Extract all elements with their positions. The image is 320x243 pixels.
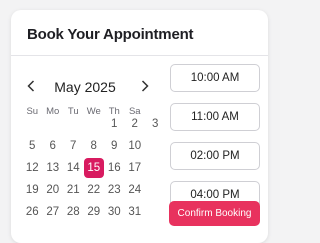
calendar-day[interactable]: 3 <box>145 114 166 134</box>
calendar-day[interactable]: 20 <box>43 180 64 200</box>
calendar-empty-cell <box>145 158 166 178</box>
calendar-empty-cell <box>84 114 105 134</box>
calendar-empty-cell <box>43 114 64 134</box>
calendar-empty-cell <box>145 180 166 200</box>
calendar-day[interactable]: 17 <box>125 158 146 178</box>
calendar-day[interactable]: 5 <box>22 136 43 156</box>
calendar-empty-cell <box>22 114 43 134</box>
month-label: May 2025 <box>54 79 116 95</box>
calendar-empty-cell <box>63 114 84 134</box>
calendar-day[interactable]: 7 <box>63 136 84 156</box>
calendar-day-selected[interactable]: 15 <box>83 158 104 178</box>
calendar-week-row: 26 27 28 29 30 31 <box>22 202 162 222</box>
calendar-day[interactable]: 24 <box>125 180 146 200</box>
page-title: Book Your Appointment <box>27 26 194 43</box>
calendar-day[interactable]: 12 <box>22 158 43 178</box>
calendar-day[interactable]: 30 <box>104 202 125 222</box>
calendar-day[interactable]: 8 <box>84 136 105 156</box>
calendar-day[interactable]: 6 <box>43 136 64 156</box>
calendar-day[interactable]: 27 <box>43 202 64 222</box>
calendar-day[interactable]: 28 <box>63 202 84 222</box>
calendar-day[interactable]: 16 <box>104 158 125 178</box>
calendar-day[interactable]: 1 <box>104 114 125 134</box>
calendar-day[interactable]: 2 <box>125 114 146 134</box>
calendar-day[interactable]: 14 <box>63 158 84 178</box>
time-slot-button[interactable]: 10:00 AM <box>170 64 260 92</box>
time-slot-list: 10:00 AM 11:00 AM 02:00 PM 04:00 PM <box>170 64 260 220</box>
calendar-day[interactable]: 19 <box>22 180 43 200</box>
calendar-day[interactable]: 9 <box>104 136 125 156</box>
title-divider <box>11 55 268 56</box>
calendar-day[interactable]: 29 <box>84 202 105 222</box>
calendar-day[interactable]: 10 <box>125 136 146 156</box>
time-slot-button[interactable]: 02:00 PM <box>170 142 260 170</box>
calendar-day[interactable]: 22 <box>84 180 105 200</box>
calendar-day[interactable]: 31 <box>125 202 146 222</box>
appointment-card: Book Your Appointment May 2025 Su Mo Tu … <box>11 10 268 243</box>
next-month-button[interactable] <box>137 78 153 98</box>
calendar-day[interactable]: 26 <box>22 202 43 222</box>
calendar-week-row: 19 20 21 22 23 24 <box>22 180 162 200</box>
chevron-right-icon <box>141 79 149 97</box>
calendar-week-row: 123 <box>22 114 162 134</box>
calendar-week-row: 5 6 7 8 9 10 <box>22 136 162 156</box>
chevron-left-icon <box>27 79 35 97</box>
calendar-day[interactable]: 13 <box>43 158 64 178</box>
calendar-empty-cell <box>145 202 166 222</box>
calendar-week-row: 12 13 14 15 16 17 <box>22 158 162 178</box>
calendar-header: May 2025 <box>11 78 161 98</box>
calendar-day[interactable]: 21 <box>63 180 84 200</box>
prev-month-button[interactable] <box>23 78 39 98</box>
calendar-empty-cell <box>145 136 166 156</box>
confirm-booking-button[interactable]: Confirm Booking <box>169 201 260 226</box>
time-slot-button[interactable]: 11:00 AM <box>170 103 260 131</box>
calendar-day[interactable]: 23 <box>104 180 125 200</box>
